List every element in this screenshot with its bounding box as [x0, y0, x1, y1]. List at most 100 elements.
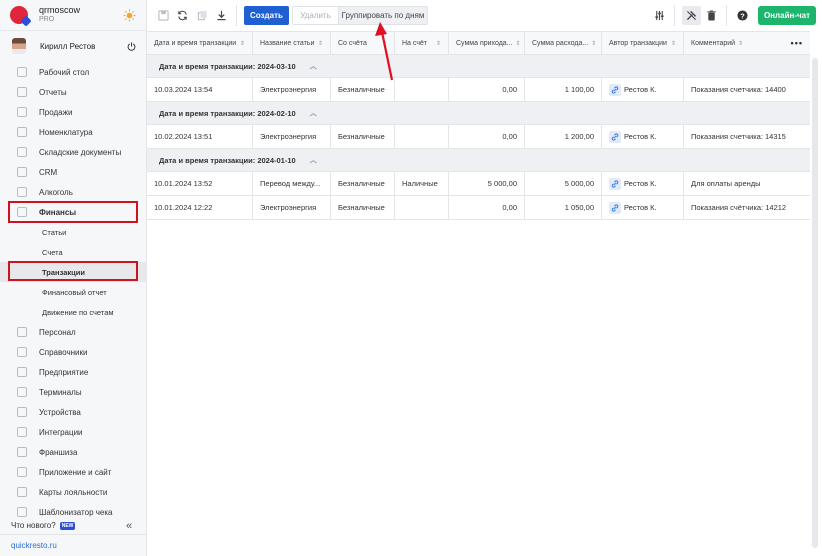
link-icon[interactable]: [609, 201, 621, 214]
table-cell: 1 200,00: [525, 125, 602, 148]
sidebar-item-receipt[interactable]: Шаблонизатор чека: [0, 502, 147, 522]
sidebar-item-label: Рабочий стол: [39, 67, 90, 77]
collapse-sidebar-icon[interactable]: «: [126, 520, 132, 532]
column-header-comment[interactable]: Комментарий ⇕ •••: [684, 32, 810, 54]
delete-button[interactable]: Удалить: [292, 6, 338, 25]
column-header-date[interactable]: Дата и время транзакции ⇕: [147, 32, 253, 54]
refresh-icon[interactable]: [177, 10, 188, 21]
sort-icon: ⇕: [591, 40, 597, 47]
download-icon[interactable]: [216, 10, 227, 21]
table-cell: 0,00: [449, 78, 525, 101]
alcohol-icon: [17, 187, 27, 197]
table-cell: 10.02.2024 13:51: [147, 125, 253, 148]
sales-icon: [17, 107, 27, 117]
whats-new-link[interactable]: Что нового? NEW: [11, 521, 76, 530]
quickresto-link[interactable]: quickresto.ru: [0, 534, 147, 556]
chevron-up-icon[interactable]: ︿: [310, 155, 317, 165]
sidebar-item-label: Шаблонизатор чека: [39, 507, 113, 517]
table-row[interactable]: 10.02.2024 13:51 Электроэнергия Безналичны…: [147, 125, 810, 149]
brand-header[interactable]: qrmoscow PRO: [0, 0, 146, 31]
table-cell: Показания счетчика: 14400: [691, 85, 786, 94]
table-row[interactable]: 10.03.2024 13:54 Электроэнергия Безналичны…: [147, 78, 810, 102]
column-header-label: На счёт: [402, 39, 428, 47]
sidebar-subitem-finance-report[interactable]: Финансовый отчет: [0, 282, 147, 302]
nomenclature-icon: [17, 127, 27, 137]
save-icon[interactable]: [158, 10, 169, 21]
sidebar-item-warehouse[interactable]: Складские документы: [0, 142, 147, 162]
link-icon[interactable]: [609, 177, 621, 190]
link-icon[interactable]: [609, 130, 621, 143]
sidebar-item-sales[interactable]: Продажи: [0, 102, 147, 122]
table-row[interactable]: 10.01.2024 12:22 Электроэнергия Безналичны…: [147, 196, 810, 220]
reports-icon: [17, 87, 27, 97]
group-row[interactable]: Дата и время транзакции: 2024-01-10 ︿: [147, 149, 810, 172]
table-cell: Для оплаты аренды: [691, 179, 761, 188]
create-button[interactable]: Создать: [244, 6, 289, 25]
sidebar-item-staff[interactable]: Персонал: [0, 322, 147, 342]
sun-icon[interactable]: [123, 9, 136, 22]
svg-text:?: ?: [740, 11, 745, 20]
sidebar-item-integrations[interactable]: Интеграции: [0, 422, 147, 442]
sidebar-item-label: Отчеты: [39, 87, 67, 97]
table-cell: Рестов К.: [602, 196, 684, 219]
staff-icon: [17, 327, 27, 337]
table-row[interactable]: 10.01.2024 13:52 Перевод между... Безналич…: [147, 172, 810, 196]
column-header-label: Автор транзакции: [609, 39, 667, 47]
sidebar-item-alcohol[interactable]: Алкоголь: [0, 182, 147, 202]
table-header: Дата и время транзакции ⇕ Название статьи…: [147, 31, 810, 55]
sidebar-item-terminals[interactable]: Терминалы: [0, 382, 147, 402]
sidebar-item-label: Продажи: [39, 107, 73, 117]
link-icon[interactable]: [609, 83, 621, 96]
chevron-up-icon[interactable]: ︿: [310, 61, 317, 71]
scrollbar[interactable]: [812, 58, 818, 548]
column-header-label: Название статьи: [260, 39, 315, 47]
column-header-income[interactable]: Сумма прихода... ⇕: [449, 32, 525, 54]
column-header-expense[interactable]: Сумма расхода... ⇕: [525, 32, 602, 54]
table-cell: 10.03.2024 13:54: [147, 78, 253, 101]
transactions-highlight: [8, 261, 138, 281]
sidebar-subitem-accounts[interactable]: Счета: [0, 242, 147, 262]
table-cell: Рестов К.: [602, 78, 684, 101]
sidebar-item-enterprise[interactable]: Предприятие: [0, 362, 147, 382]
tools-toggle[interactable]: [682, 6, 701, 25]
user-profile[interactable]: Кирилл Рестов: [0, 31, 146, 61]
sidebar-item-dashboard[interactable]: Рабочий стол: [0, 62, 147, 82]
sidebar-subitem-account-movement[interactable]: Движение по счетам: [0, 302, 147, 322]
table-cell: Безналичные: [331, 172, 395, 195]
sidebar-item-nomenclature[interactable]: Номенклатура: [0, 122, 147, 142]
online-chat-button[interactable]: Онлайн-чат: [758, 6, 816, 25]
table-cell: [395, 196, 449, 219]
sidebar-item-app[interactable]: Приложение и сайт: [0, 462, 147, 482]
group-title: Дата и время транзакции: 2024-01-10: [159, 155, 296, 165]
group-row[interactable]: Дата и время транзакции: 2024-02-10 ︿: [147, 102, 810, 125]
filter-settings-icon[interactable]: [654, 10, 665, 21]
sidebar-item-label: Приложение и сайт: [39, 467, 112, 477]
sidebar-item-franchise[interactable]: Франшиза: [0, 442, 147, 462]
sidebar-item-devices[interactable]: Устройства: [0, 402, 147, 422]
sidebar-item-reports[interactable]: Отчеты: [0, 82, 147, 102]
chevron-up-icon[interactable]: ︿: [310, 108, 317, 118]
copy-icon[interactable]: [197, 10, 208, 21]
table-cell: 0,00: [449, 125, 525, 148]
finance-highlight: [8, 201, 138, 223]
sort-icon: ⇕: [738, 40, 744, 47]
more-icon[interactable]: •••: [791, 38, 803, 48]
sidebar-item-crm[interactable]: CRM: [0, 162, 147, 182]
group-row[interactable]: Дата и время транзакции: 2024-03-10 ︿: [147, 55, 810, 78]
directory-icon: [17, 347, 27, 357]
sidebar-item-directory[interactable]: Справочники: [0, 342, 147, 362]
power-icon[interactable]: [127, 42, 136, 51]
table-cell: Безналичные: [331, 125, 395, 148]
column-header-author[interactable]: Автор транзакции ⇕: [602, 32, 684, 54]
device-icon: [17, 407, 27, 417]
table-cell: Наличные: [395, 172, 449, 195]
help-icon[interactable]: ?: [737, 10, 748, 21]
sidebar-subitem-articles[interactable]: Статьи: [0, 222, 147, 242]
column-header-article[interactable]: Название статьи ⇕: [253, 32, 331, 54]
toolbar: Создать Удалить Группировать по дням ? О…: [147, 0, 822, 31]
column-header-to-account[interactable]: На счёт ⇕: [395, 32, 449, 54]
trash-icon[interactable]: [706, 10, 717, 21]
sidebar-item-label: Франшиза: [39, 447, 78, 457]
sort-icon: ⇕: [435, 40, 441, 47]
sidebar-item-loyalty[interactable]: Карты лояльности: [0, 482, 147, 502]
